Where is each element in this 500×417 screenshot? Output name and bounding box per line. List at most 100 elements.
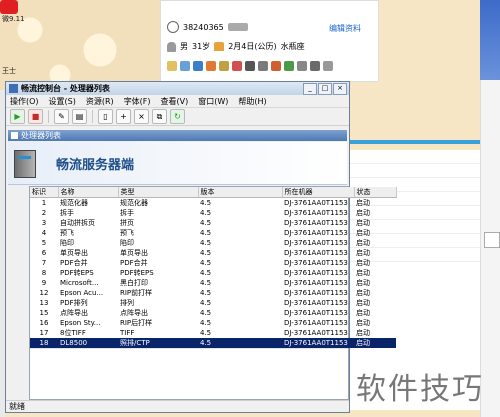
edit-icon[interactable]: ✎ xyxy=(54,109,69,124)
cell-type: 规范化器 xyxy=(120,199,148,207)
cell-type: 预飞 xyxy=(120,229,134,237)
security-icon[interactable] xyxy=(310,61,320,71)
cell-ver: 4.5 xyxy=(198,338,282,348)
menu-window[interactable]: 窗口(W) xyxy=(198,96,228,107)
properties-icon[interactable]: ▤ xyxy=(72,109,87,124)
table-row[interactable]: 2 拆手 拆手 4.5 DJ-3761AA0T1153 启动 xyxy=(30,208,396,218)
col-header-version[interactable]: 版本 xyxy=(198,187,283,198)
table-row[interactable]: 5 陷印 陷印 4.5 DJ-3761AA0T1153 启动 xyxy=(30,238,396,248)
menu-settings[interactable]: 设置(S) xyxy=(49,96,76,107)
col-header-type[interactable]: 类型 xyxy=(118,187,199,198)
cell-machine: DJ-3761AA0T1153 xyxy=(284,289,348,297)
cell-name: 规范化器 xyxy=(60,199,88,207)
cell-state: 启动 xyxy=(354,338,396,348)
cell-state: 启动 xyxy=(356,209,370,217)
table-row[interactable]: 16 Epson Sty... RIP后打样 4.5 DJ-3761AA0T1153 启动 xyxy=(30,318,396,328)
cell-state: 启动 xyxy=(356,239,370,247)
gift-icon[interactable] xyxy=(180,61,190,71)
cell-name: PDF排列 xyxy=(60,299,88,307)
processor-icon[interactable]: ▯ xyxy=(98,109,113,124)
cell-machine: DJ-3761AA0T1153 xyxy=(284,319,348,327)
table-row[interactable]: 6 单页导出 单页导出 4.5 DJ-3761AA0T1153 启动 xyxy=(30,248,396,258)
window-title: 畅流控制台 - 处理器列表 xyxy=(21,84,110,93)
cell-machine: DJ-3761AA0T1153 xyxy=(284,299,348,307)
cell-state: 启动 xyxy=(356,219,370,227)
processor-table: 标识 名称 类型 版本 所在机器 状态 1 规范化器 规范化器 4.5 DJ-3761A… xyxy=(29,186,397,400)
cell-id: 15 xyxy=(39,309,49,317)
cell-machine: DJ-3761AA0T1153 xyxy=(284,269,348,277)
minimize-button[interactable]: _ xyxy=(303,83,317,95)
toolbar-separator xyxy=(48,110,49,123)
col-header-name[interactable]: 名称 xyxy=(58,187,119,198)
background-pane-button[interactable] xyxy=(484,232,500,248)
refresh-icon[interactable]: ↻ xyxy=(170,109,185,124)
app-icon[interactable] xyxy=(284,61,294,71)
table-row[interactable]: 3 自动拼拆页 拼页 4.5 DJ-3761AA0T1153 启动 xyxy=(30,218,396,228)
star-icon[interactable] xyxy=(167,61,177,71)
col-header-status[interactable]: 状态 xyxy=(354,187,397,198)
table-row[interactable]: 8 PDF转EPS PDF转EPS 4.5 DJ-3761AA0T1153 启动 xyxy=(30,268,396,278)
col-header-id[interactable]: 标识 xyxy=(30,187,59,198)
cell-state: 启动 xyxy=(356,319,370,327)
cell-state: 启动 xyxy=(356,249,370,257)
table-row[interactable]: 9 Microsoft... 黑白打印 4.5 DJ-3761AA0T1153 启动 xyxy=(30,278,396,288)
cell-name: 点阵导出 xyxy=(60,309,88,317)
copy-processor-icon[interactable]: ⧉ xyxy=(152,109,167,124)
cell-type: 单页导出 xyxy=(120,249,148,257)
cell-name: 预飞 xyxy=(60,229,74,237)
cell-state: 启动 xyxy=(356,269,370,277)
more-icon[interactable] xyxy=(323,61,333,71)
col-header-machine[interactable]: 所在机器 xyxy=(282,187,355,198)
add-processor-icon[interactable]: + xyxy=(116,109,131,124)
birthday: 2月4日(公历) xyxy=(228,42,277,51)
cell-machine: DJ-3761AA0T1153 xyxy=(282,338,354,348)
table-row[interactable]: 1 规范化器 规范化器 4.5 DJ-3761AA0T1153 启动 xyxy=(30,198,396,209)
edit-profile-link[interactable]: 编辑资料 xyxy=(329,23,361,34)
pet-icon[interactable] xyxy=(245,61,255,71)
table-row[interactable]: 18 DL8500 照排/CTP 4.5 DJ-3761AA0T1153 启动 xyxy=(30,338,396,348)
cell-ver: 4.5 xyxy=(200,209,212,217)
cell-machine: DJ-3761AA0T1153 xyxy=(284,309,348,317)
processor-list-title: 处理器列表 xyxy=(21,131,61,140)
cell-ver: 4.5 xyxy=(200,319,212,327)
menu-resources[interactable]: 资源(R) xyxy=(86,96,114,107)
table-row[interactable]: 17 8位TIFF TIFF 4.5 DJ-3761AA0T1153 启动 xyxy=(30,328,396,338)
qzone-icon[interactable] xyxy=(193,61,203,71)
cell-type: 排列 xyxy=(120,299,134,307)
table-row[interactable]: 7 PDF合并 PDF合并 4.5 DJ-3761AA0T1153 启动 xyxy=(30,258,396,268)
table-row[interactable]: 15 点阵导出 点阵导出 4.5 DJ-3761AA0T1153 启动 xyxy=(30,308,396,318)
cell-name: 自动拼拆页 xyxy=(60,219,95,227)
delete-processor-icon[interactable]: × xyxy=(134,109,149,124)
cell-ver: 4.5 xyxy=(200,299,212,307)
desktop-app-icon[interactable] xyxy=(0,0,18,14)
menu-font[interactable]: 字体(F) xyxy=(124,96,151,107)
game-icon[interactable] xyxy=(206,61,216,71)
diamond-icon[interactable] xyxy=(297,61,307,71)
cell-type: PDF合并 xyxy=(120,259,148,267)
table-row[interactable]: 4 预飞 预飞 4.5 DJ-3761AA0T1153 启动 xyxy=(30,228,396,238)
menu-operate[interactable]: 操作(O) xyxy=(10,96,39,107)
video-icon[interactable] xyxy=(232,61,242,71)
music-icon[interactable] xyxy=(219,61,229,71)
start-icon[interactable]: ▶ xyxy=(10,109,25,124)
toolbar: ▶ ■ ✎ ▤ ▯ + × ⧉ ↻ xyxy=(6,108,349,126)
menu-help[interactable]: 帮助(H) xyxy=(238,96,266,107)
birthday-cake-icon xyxy=(214,42,225,51)
processor-list-titlebar[interactable]: 处理器列表 xyxy=(8,130,347,141)
stop-icon[interactable]: ■ xyxy=(28,109,43,124)
menu-view[interactable]: 查看(V) xyxy=(161,96,189,107)
person-icon xyxy=(167,41,176,52)
cell-id: 9 xyxy=(41,279,47,287)
close-button[interactable]: × xyxy=(333,83,347,95)
table-row[interactable]: 13 PDF排列 排列 4.5 DJ-3761AA0T1153 启动 xyxy=(30,298,396,308)
mail-icon[interactable] xyxy=(258,61,268,71)
table-row[interactable]: 12 Epson Acu... RIP前打样 4.5 DJ-3761AA0T1153 启动 xyxy=(30,288,396,298)
window-titlebar[interactable]: 畅流控制台 - 处理器列表 xyxy=(6,82,349,95)
maximize-button[interactable]: □ xyxy=(318,83,332,95)
cell-state: 启动 xyxy=(356,279,370,287)
background-header-strip xyxy=(480,0,500,80)
cell-ver: 4.5 xyxy=(200,259,212,267)
cell-type: 点阵导出 xyxy=(120,309,148,317)
cell-machine: DJ-3761AA0T1153 xyxy=(284,209,348,217)
shop-icon[interactable] xyxy=(271,61,281,71)
